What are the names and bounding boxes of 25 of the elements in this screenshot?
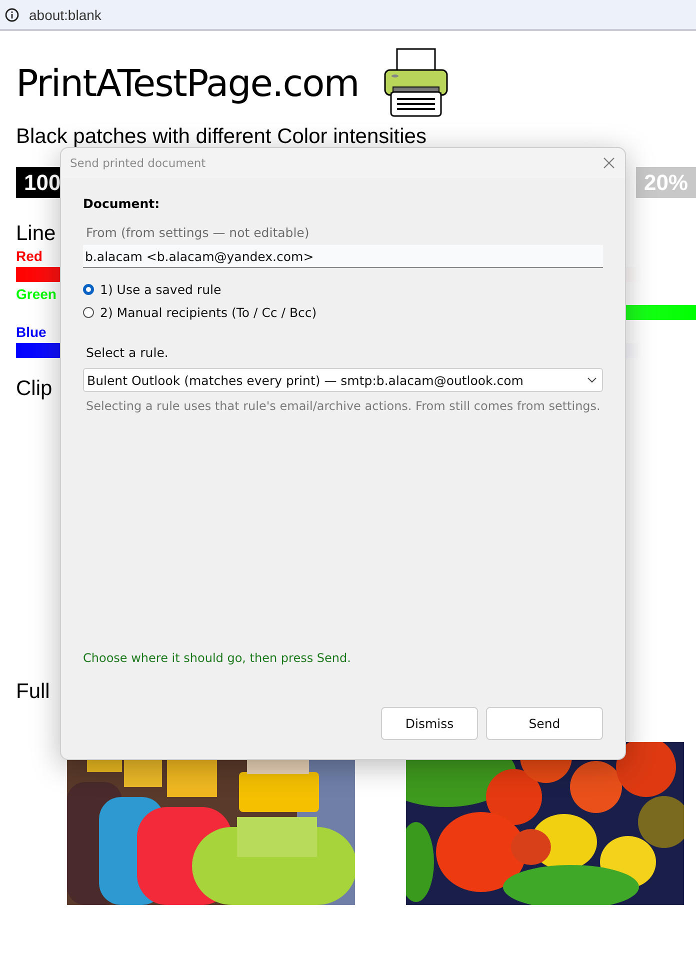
address-url[interactable]: about:blank [29,6,102,22]
send-button[interactable]: Send [486,707,603,740]
info-icon[interactable] [4,6,20,22]
gradient-label: Red [16,248,42,264]
radio-option[interactable]: 2) Manual recipients (To / Cc / Bcc) [83,305,317,320]
hint-text: Selecting a rule uses that rule's email/archive actions. From still comes from settings. [86,399,600,413]
status-message: Choose where it should go, then press Send. [83,651,351,665]
site-logo: PrintATestPage.com [16,62,359,104]
close-button[interactable] [601,155,617,171]
section-title: Document: [83,196,160,211]
section-heading: Full [16,681,50,702]
section-heading: Black patches with different Color intensities [16,126,426,147]
gradient-label: Blue [16,324,46,340]
gradient-label: Green [16,286,56,302]
radio-option[interactable]: 1) Use a saved rule [83,282,222,297]
rule-dropdown[interactable]: Bulent Outlook (matches every print) — smtp:b.alacam@outlook.com [83,368,603,392]
field-label: Select a rule. [86,345,168,360]
field-label: From (from settings — not editable) [86,225,310,240]
printer-icon [382,48,449,118]
dialog-title: Send printed document [70,156,206,170]
section-heading: Line [16,223,56,244]
chevron-icon [587,377,597,383]
dismiss-button[interactable]: Dismiss [381,707,478,740]
from-field[interactable]: b.alacam <b.alacam@yandex.com> [83,245,603,268]
section-heading: Clip [16,378,52,399]
